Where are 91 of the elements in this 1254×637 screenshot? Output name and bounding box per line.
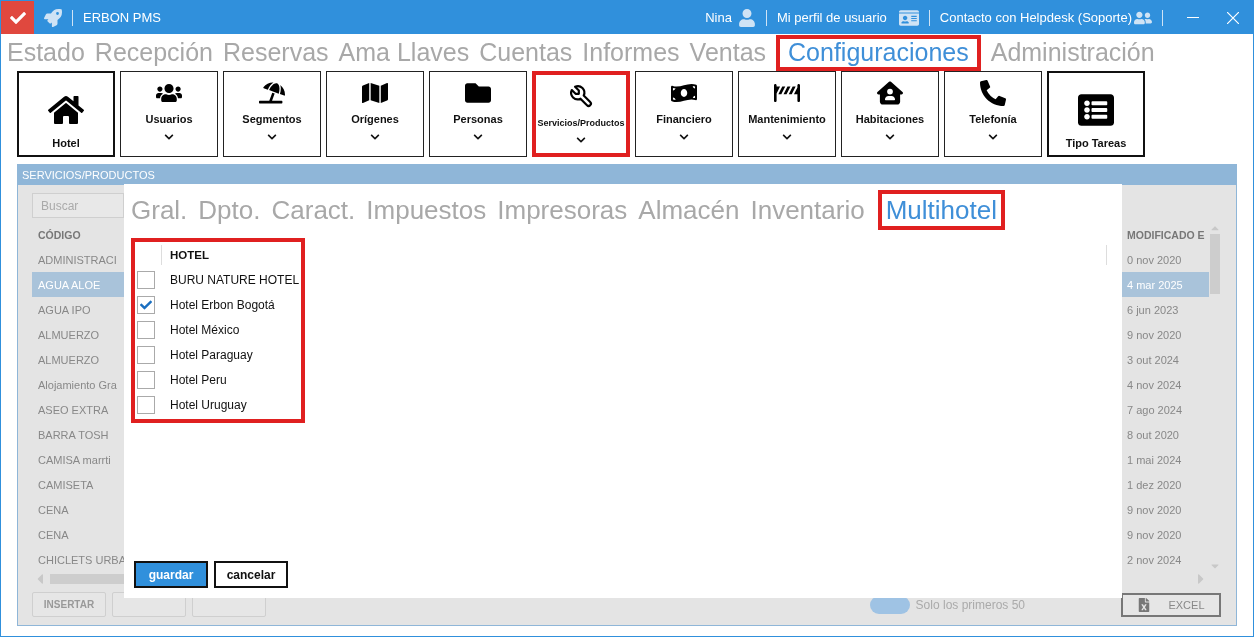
app-logo-icon xyxy=(1,1,34,34)
map-icon xyxy=(362,80,388,106)
table-cell-text: CAMISETA xyxy=(37,478,95,491)
chevron-down-icon xyxy=(679,132,689,142)
menu-tab[interactable]: Estado xyxy=(7,38,85,67)
profile-link[interactable]: Mi perfil de usuario xyxy=(776,10,887,25)
excel-button[interactable]: EXCEL xyxy=(1121,592,1221,617)
app-title: ERBON PMS xyxy=(83,10,161,25)
menu-tab[interactable]: Recepción xyxy=(94,38,213,67)
hotel-name: Hotel Paraguay xyxy=(169,347,253,362)
rocket-icon[interactable] xyxy=(44,8,62,27)
checkbox[interactable] xyxy=(137,395,155,414)
save-button[interactable]: guardar xyxy=(134,561,208,588)
toolbar-tile[interactable]: Servicios/Productos xyxy=(532,71,630,157)
toolbar-tile[interactable]: Telefonía xyxy=(944,71,1042,157)
menu-tab[interactable]: Ama Llaves xyxy=(338,38,470,67)
user-name[interactable]: Nina xyxy=(705,10,732,25)
table-cell-text: CAMISA marrti xyxy=(37,453,112,466)
checkbox[interactable] xyxy=(137,270,155,289)
toolbar-tile[interactable]: Habitaciones xyxy=(841,71,939,157)
panel-title: SERVICIOS/PRODUCTOS xyxy=(18,165,1236,185)
toolbar-tile[interactable]: Financiero xyxy=(635,71,733,157)
menu-tab[interactable]: Administración xyxy=(990,38,1155,67)
tab[interactable]: Gral. xyxy=(131,190,188,230)
table-cell-text: 9 nov 2020 xyxy=(1126,503,1183,516)
chevron-down-icon xyxy=(576,135,586,145)
checkbox[interactable] xyxy=(137,345,155,364)
column-header: CÓDIGO xyxy=(37,228,82,241)
tab[interactable]: Multihotel xyxy=(877,190,1005,230)
folder-icon xyxy=(465,80,491,106)
toolbar-tile[interactable]: Orígenes xyxy=(326,71,424,157)
checkbox[interactable] xyxy=(137,320,155,339)
house-user-icon xyxy=(877,80,903,106)
checkbox[interactable] xyxy=(137,295,155,314)
scroll-thumb[interactable] xyxy=(1210,234,1220,294)
hotel-name: Hotel Erbon Bogotá xyxy=(169,297,275,312)
menu-tab[interactable]: Configuraciones xyxy=(776,34,981,71)
chevron-down-icon xyxy=(473,132,483,142)
table-cell-text: CENA xyxy=(37,503,70,516)
minimize-icon xyxy=(1187,16,1199,19)
hotel-name: Hotel Peru xyxy=(169,372,227,387)
toolbar-tile[interactable]: Hotel xyxy=(17,71,115,157)
hotel-name: BURU NATURE HOTEL xyxy=(169,272,300,287)
profile-card-icon[interactable] xyxy=(898,7,919,28)
toolbar-tile[interactable]: Usuarios xyxy=(120,71,218,157)
cancel-button[interactable]: cancelar xyxy=(214,561,288,588)
chevron-down-icon xyxy=(782,132,792,142)
search-field[interactable]: Buscar xyxy=(32,193,124,218)
tab[interactable]: Caract. xyxy=(271,190,356,230)
toolbar-tile[interactable]: Mantenimiento xyxy=(738,71,836,157)
table-cell-text: 4 mar 2025 xyxy=(1126,278,1184,291)
menu-tab[interactable]: Reservas xyxy=(223,38,329,67)
list-icon xyxy=(1078,92,1114,128)
close-icon xyxy=(1227,11,1239,24)
table-cell-text: CHICLETS URBA xyxy=(37,553,124,566)
hotel-name: Hotel México xyxy=(169,322,240,337)
tab[interactable]: Impuestos xyxy=(366,190,487,230)
tab[interactable]: Inventario xyxy=(750,190,865,230)
table-cell-text: 1 dez 2020 xyxy=(1126,478,1183,491)
menu-tab[interactable]: Ventas xyxy=(689,38,767,67)
table-cell-text: BARRA TOSH xyxy=(37,428,110,441)
table-cell-text: 2 nov 2024 xyxy=(1126,553,1183,566)
spreadsheet-icon xyxy=(1137,597,1152,612)
table-cell-text: 8 out 2020 xyxy=(1126,428,1180,441)
table-cell-text: CENA xyxy=(37,528,70,541)
column-header: MODIFICADO E xyxy=(1126,228,1206,241)
tab[interactable]: Almacén xyxy=(638,190,740,230)
beach-icon xyxy=(259,80,285,106)
table-cell-text: AGUA ALOE xyxy=(37,278,102,291)
menu-tab[interactable]: Cuentas xyxy=(479,38,573,67)
chevron-down-icon xyxy=(885,132,895,142)
chevron-down-icon xyxy=(164,132,174,142)
table-cell-text: 1 mai 2024 xyxy=(1126,453,1183,466)
tab[interactable]: Impresoras xyxy=(497,190,628,230)
tool-icon xyxy=(568,83,594,109)
tab[interactable]: Dpto. xyxy=(198,190,261,230)
user-icon[interactable] xyxy=(737,8,756,27)
column-header: HOTEL xyxy=(161,244,466,265)
toolbar-tile[interactable]: Segmentos xyxy=(223,71,321,157)
helpdesk-link[interactable]: Contacto con Helpdesk (Soporte) xyxy=(939,10,1132,25)
toolbar-tile[interactable]: Personas xyxy=(429,71,527,157)
checkbox[interactable] xyxy=(137,370,155,389)
insert-button[interactable]: INSERTAR xyxy=(32,592,106,617)
table-cell-text: 9 nov 2020 xyxy=(1126,528,1183,541)
chevron-down-icon xyxy=(370,132,380,142)
hotel-name: Hotel Uruguay xyxy=(169,397,247,412)
chevron-down-icon xyxy=(267,132,277,142)
chevron-down-icon xyxy=(988,132,998,142)
menu-tab[interactable]: Informes xyxy=(582,38,680,67)
toolbar-tile[interactable]: Tipo Tareas xyxy=(1047,71,1145,157)
phone-icon xyxy=(980,80,1006,106)
